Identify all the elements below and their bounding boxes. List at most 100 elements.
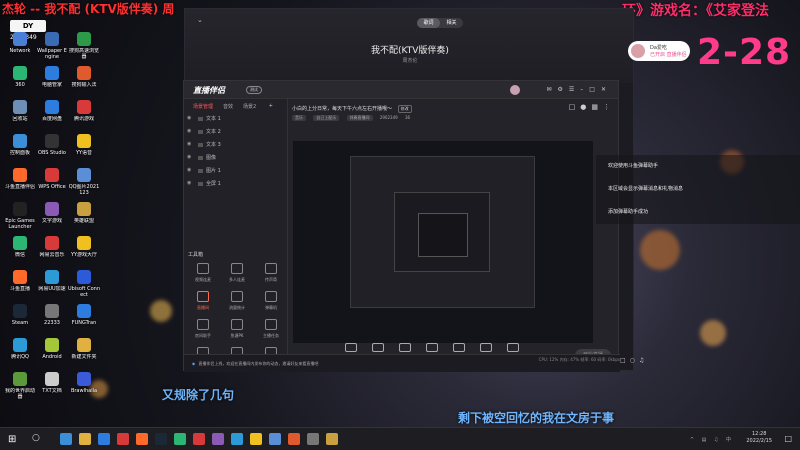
taskbar-app-icon[interactable] [269,433,281,445]
desktop-icon[interactable]: OBS Studio [36,134,68,162]
tool-button[interactable]: 直播间 [188,291,218,311]
mail-icon[interactable]: ✉ [546,86,557,93]
desktop-icon[interactable]: Steam [4,304,36,332]
taskbar-app-icon[interactable] [231,433,243,445]
desktop-icon[interactable]: 网易UU加速 [36,270,68,298]
room-subcategory[interactable]: 自己上配乐 [313,115,340,121]
scene-item[interactable]: ◉ 文本 2 [184,124,287,137]
room-mode[interactable]: 伴奏直播间 [346,115,373,121]
tool-button[interactable]: 多人连麦 [222,263,252,283]
desktop-icon[interactable]: QQ图片2021123 [68,168,100,196]
taskbar-app-icon[interactable] [250,433,262,445]
taskbar-app-icon[interactable] [212,433,224,445]
add-scene-icon[interactable]: + [269,103,273,109]
notification-icon[interactable]: □ [784,434,792,443]
desktop-icon[interactable]: Wallpaper Engine [36,32,68,60]
tab-audio[interactable]: 音效 [223,104,233,110]
desktop-icon[interactable]: Android [36,338,68,366]
desktop-icon[interactable]: 电脑管家 [36,66,68,94]
tab-lyrics[interactable]: 歌词 [417,18,440,28]
taskbar-app-icon[interactable] [288,433,300,445]
scene-item[interactable]: ◉ 图像 [184,150,287,163]
eye-icon[interactable]: ◉ [187,128,191,134]
minimize-icon[interactable]: – [580,86,589,93]
maximize-icon[interactable]: □ [589,86,601,93]
taskbar-app-icon[interactable] [307,433,319,445]
tool-button[interactable]: 流量统计 [222,291,252,311]
search-icon[interactable]: ○ [32,433,40,443]
desktop-icon[interactable]: 百度网盘 [36,100,68,128]
close-icon[interactable]: ✕ [601,86,612,93]
menu-icon[interactable]: ☰ [569,86,580,93]
desktop-icon[interactable]: 网易云音乐 [36,236,68,264]
desktop-icon[interactable]: 搜狗输入法 [68,66,100,94]
tab-related[interactable]: 相关 [440,18,463,28]
layout-icon[interactable]: ▦ [591,103,603,111]
taskbar-app-icon[interactable] [98,433,110,445]
stream-preview[interactable] [293,141,593,343]
window-controls[interactable]: ✉⚙☰–□✕ [546,86,612,93]
taskbar-app-icon[interactable] [174,433,186,445]
avatar[interactable] [510,85,520,95]
eye-icon[interactable]: ◉ [187,180,191,186]
edit-room-button[interactable]: 修改 [397,105,412,113]
comment-icon[interactable]: □ [620,357,630,364]
desktop-icon[interactable]: 英雄联盟 [68,202,100,230]
desktop-icon[interactable]: YY游戏大厅 [68,236,100,264]
eye-icon[interactable]: ◉ [187,141,191,147]
taskbar-app-icon[interactable] [117,433,129,445]
desktop-icon[interactable]: 斗鱼直播 [4,270,36,298]
desktop-icon[interactable]: 22333 [36,304,68,332]
desktop-icon[interactable]: Network [4,32,36,60]
desktop-icon[interactable]: YY语音 [68,134,100,162]
live-companion-window[interactable]: 直播伴侣 测试 ✉⚙☰–□✕ 场景管理 音效 场景2 + ◉ 文本 1 ◉ 文本 2 ◉ 文本 … [183,80,620,372]
desktop-icon[interactable]: 微信 [4,236,36,264]
eye-icon[interactable]: ◉ [187,115,191,121]
scene-item[interactable]: ◉ 文本 1 [184,111,287,124]
desktop-icon[interactable]: 斗鱼直播伴侣 [4,168,36,196]
volume-icon[interactable]: ♫ [639,357,648,364]
desktop-icon[interactable]: 文字游戏 [36,202,68,230]
scene-item[interactable]: ◉ 图片 1 [184,163,287,176]
taskbar-app-icon[interactable] [136,433,148,445]
taskbar-app-icon[interactable] [155,433,167,445]
camera-icon[interactable]: ● [580,103,591,111]
taskbar-app-icon[interactable] [79,433,91,445]
scene-item[interactable]: ◉ 文本 3 [184,137,287,150]
tool-button[interactable]: 鱼塘PK [222,319,252,339]
eye-icon[interactable]: ◉ [187,154,191,160]
desktop-icon[interactable]: FUNGTran [68,304,100,332]
desktop-icon[interactable]: 搜狗高速浏览器 [68,32,100,60]
desktop-icon[interactable]: 腾讯QQ [4,338,36,366]
lock-icon[interactable]: □ [569,103,581,111]
desktop-icon[interactable]: 360 [4,66,36,94]
pin-icon[interactable]: ○ [630,357,639,364]
user-chip[interactable]: Da爱吃 已开启 直播伴侣 [628,41,690,61]
app-version-badge[interactable]: 测试 [246,86,262,94]
desktop-icon[interactable]: Ubisoft Connect [68,270,100,298]
tool-button[interactable]: 传声筒 [256,263,286,283]
more-icon[interactable]: ⋮ [603,103,615,111]
desktop-icon[interactable]: 腾讯游戏 [68,100,100,128]
lyric-tabs[interactable]: 歌词 相关 [417,18,463,28]
desktop-icon[interactable]: Brawlhalla [68,372,100,400]
desktop-icon[interactable]: 我的世界启动器 [4,372,36,400]
eye-icon[interactable]: ◉ [187,167,191,173]
room-category[interactable]: 音乐 [292,115,306,121]
tool-button[interactable]: 视频连麦 [188,263,218,283]
desktop-icon[interactable]: TXT文档 [36,372,68,400]
desktop-icon[interactable]: 新建文件夹 [68,338,100,366]
desktop-icon[interactable]: Epic Games Launcher [4,202,36,230]
windows-start-icon[interactable]: ⊞ [8,434,16,445]
taskbar-clock[interactable]: 12:28 2022/2/15 [746,431,772,445]
tool-button[interactable]: 弹幕机 [256,291,286,311]
desktop-icon[interactable]: 控制面板 [4,134,36,162]
system-tray[interactable]: ^ ▤ ♫ 中 [690,436,734,443]
chevron-down-icon[interactable]: ⌄ [197,16,203,24]
tab-scene-2[interactable]: 场景2 [243,104,256,110]
taskbar-app-icon[interactable] [193,433,205,445]
scene-item[interactable]: ◉ 全屏 1 [184,176,287,189]
preview-toolbar[interactable]: □●▦⋮ [569,103,615,111]
tool-button[interactable]: 主播任务 [256,319,286,339]
taskbar-app-icon[interactable] [60,433,72,445]
